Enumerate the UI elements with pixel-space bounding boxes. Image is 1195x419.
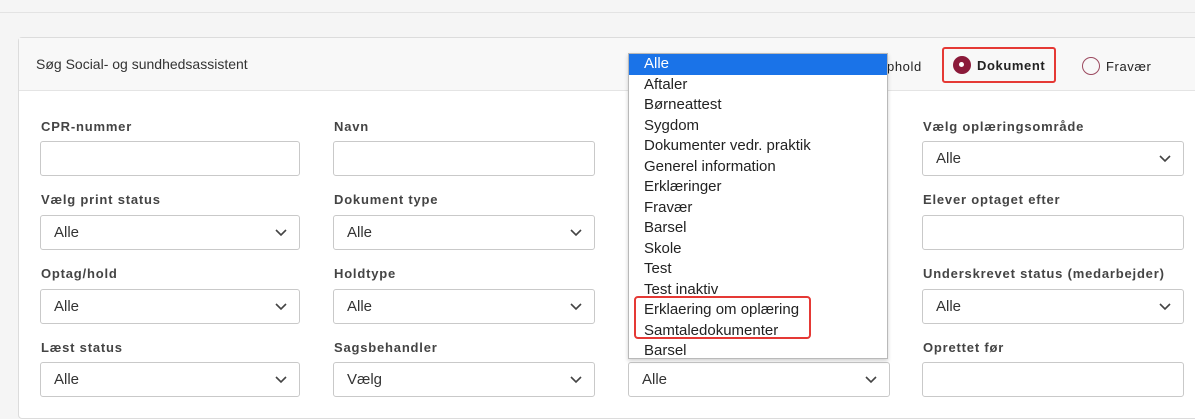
optaget-efter-input[interactable] — [922, 215, 1184, 250]
page-title: Søg Social- og sundhedsassistent — [36, 56, 248, 72]
dropdown-option[interactable]: Barsel — [629, 218, 887, 239]
dokumenttype-label: Dokument type — [334, 192, 439, 207]
chevron-down-icon — [275, 303, 287, 311]
chevron-down-icon — [570, 229, 582, 237]
oplaeringsomraade-value: Alle — [936, 150, 962, 167]
top-divider — [0, 12, 1195, 13]
chevron-down-icon — [570, 303, 582, 311]
laest-status-label: Læst status — [41, 340, 123, 355]
radio-dokument[interactable]: Dokument — [942, 47, 1057, 83]
dropdown-option[interactable]: Generel information — [629, 157, 887, 178]
holdtype-value: Alle — [347, 298, 373, 315]
dropdown-option[interactable]: Alle — [629, 54, 887, 75]
oplaeringsomraade-select[interactable]: Alle — [922, 141, 1184, 176]
printstatus-label: Vælg print status — [41, 192, 161, 207]
sagsbehandler-label: Sagsbehandler — [334, 340, 438, 355]
underskrevet-select[interactable]: Alle — [922, 289, 1184, 324]
radio-ophold[interactable]: phold — [887, 49, 922, 83]
navn-input[interactable] — [333, 141, 595, 176]
oplaeringsomraade-label: Vælg oplæringsområde — [923, 119, 1085, 134]
dropdown-option[interactable]: Barsel — [629, 341, 887, 362]
dropdown-option[interactable]: Erklæringer — [629, 177, 887, 198]
chevron-down-icon — [275, 229, 287, 237]
printstatus-select[interactable]: Alle — [40, 215, 300, 250]
dokumenttype-value: Alle — [347, 224, 373, 241]
chevron-down-icon — [1159, 155, 1171, 163]
navn-label: Navn — [334, 119, 369, 134]
radio-ophold-label: phold — [887, 58, 922, 74]
holdtype-label: Holdtype — [334, 266, 397, 281]
radio-unchecked-icon — [1082, 57, 1100, 75]
holdtype-select[interactable]: Alle — [333, 289, 595, 324]
dropdown-option[interactable]: Fravær — [629, 198, 887, 219]
radio-fravaer-label: Fravær — [1106, 58, 1152, 74]
cpr-input[interactable] — [40, 141, 300, 176]
optaget-efter-label: Elever optaget efter — [923, 192, 1061, 207]
oprettet-foer-label: Oprettet før — [923, 340, 1005, 355]
radio-fravaer[interactable]: Fravær — [1082, 49, 1152, 83]
underskrevet-value: Alle — [936, 298, 962, 315]
underskrevet-label: Underskrevet status (medarbejder) — [923, 266, 1165, 281]
chevron-down-icon — [275, 376, 287, 384]
dropdown-option[interactable]: Sygdom — [629, 116, 887, 137]
chevron-down-icon — [570, 376, 582, 384]
dropdown-option[interactable]: Test — [629, 259, 887, 280]
chevron-down-icon — [865, 376, 877, 384]
card-header: Søg Social- og sundhedsassistent phold D… — [19, 38, 1195, 91]
optag-hold-value: Alle — [54, 298, 80, 315]
printstatus-value: Alle — [54, 224, 80, 241]
dropdown-option[interactable]: Aftaler — [629, 75, 887, 96]
annotation-highlight — [634, 296, 811, 339]
dropdown-option[interactable]: Skole — [629, 239, 887, 260]
sagsbehandler-select[interactable]: Vælg — [333, 362, 595, 397]
dropdown-option[interactable]: Børneattest — [629, 95, 887, 116]
cpr-label: CPR-nummer — [41, 119, 133, 134]
dropdown-option[interactable]: Dokumenter vedr. praktik — [629, 136, 887, 157]
sagsbehandler-value: Vælg — [347, 371, 383, 388]
radio-checked-icon — [953, 56, 971, 74]
chevron-down-icon — [1159, 303, 1171, 311]
optag-hold-select[interactable]: Alle — [40, 289, 300, 324]
radio-dokument-label: Dokument — [977, 57, 1046, 73]
laest-status-select[interactable]: Alle — [40, 362, 300, 397]
optag-hold-label: Optag/hold — [41, 266, 118, 281]
kategori-select[interactable]: Alle — [628, 362, 890, 397]
kategori-value: Alle — [642, 371, 668, 388]
laest-status-value: Alle — [54, 371, 80, 388]
dokumenttype-select[interactable]: Alle — [333, 215, 595, 250]
oprettet-foer-input[interactable] — [922, 362, 1184, 397]
